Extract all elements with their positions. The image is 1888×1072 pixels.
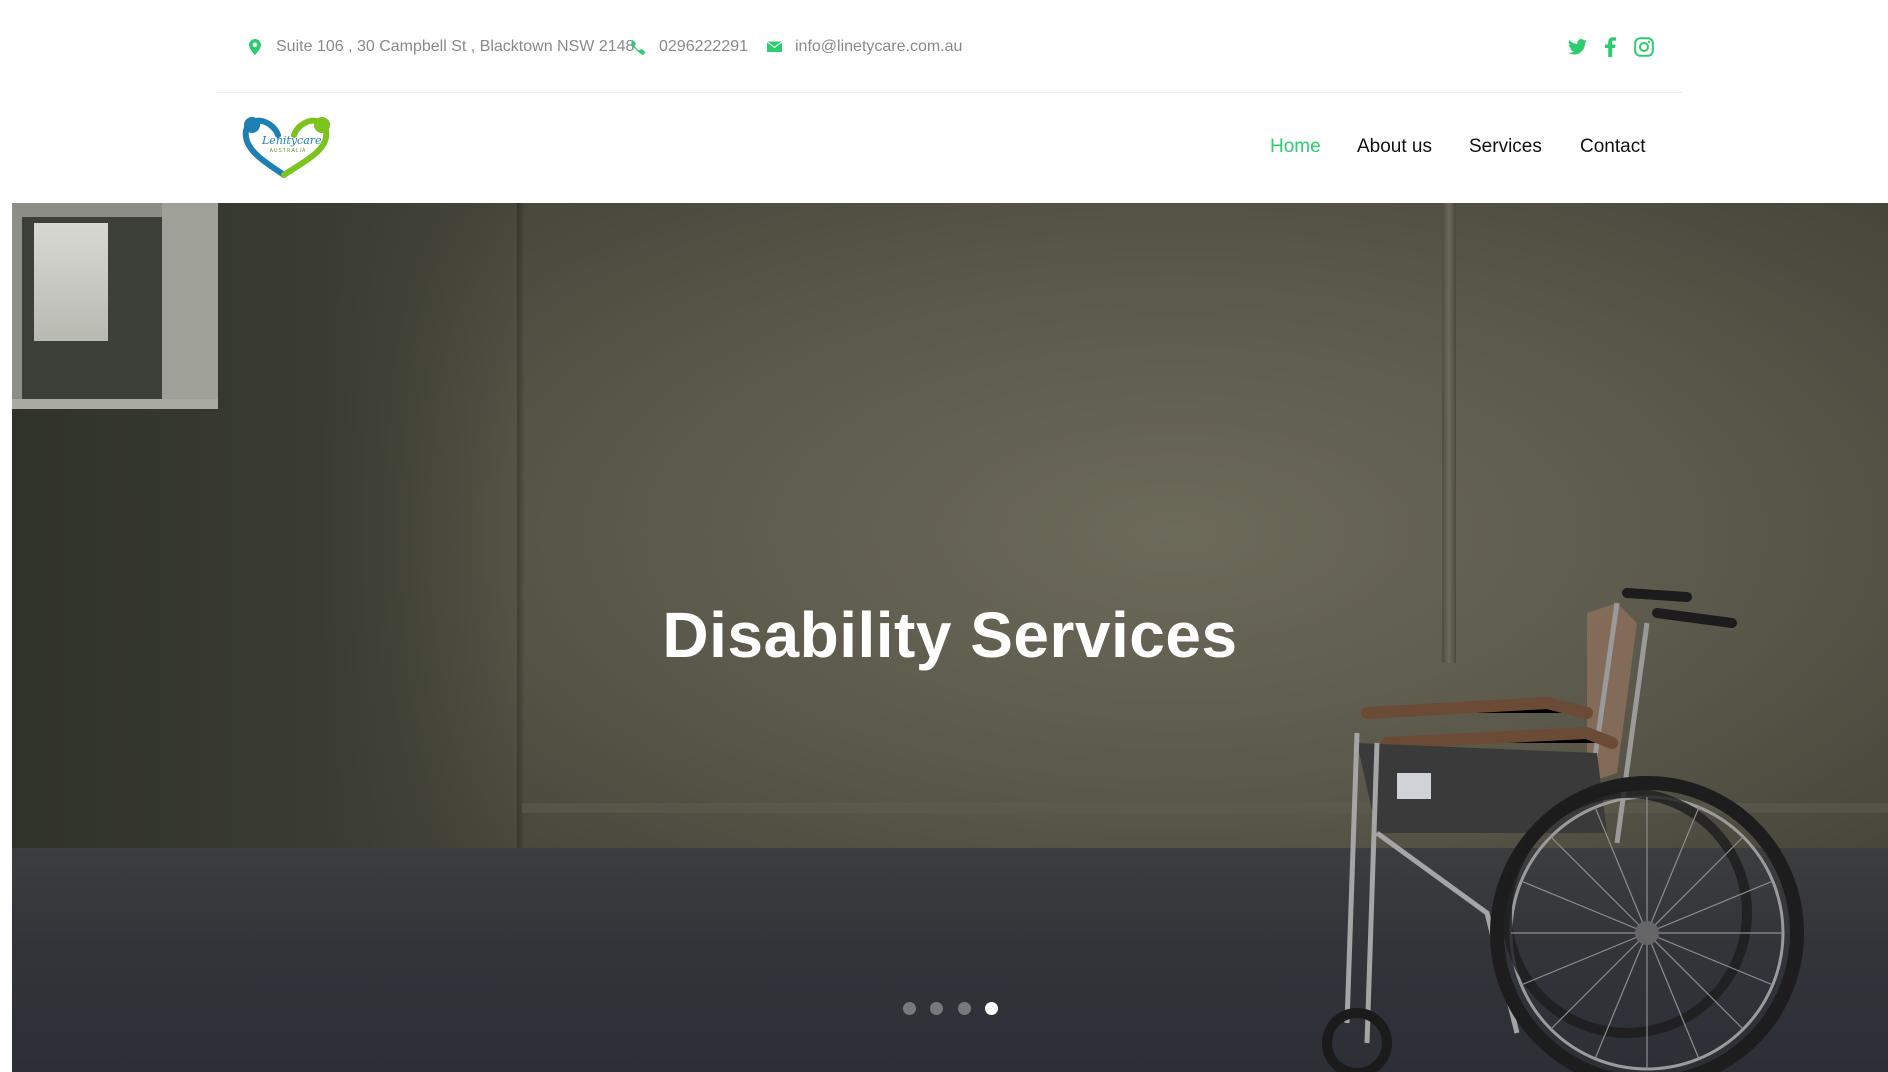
slider-dot-2[interactable] bbox=[930, 1002, 943, 1015]
site-logo[interactable]: Lenitycare AUSTRALIA bbox=[240, 115, 334, 179]
hero-bg-corner bbox=[517, 203, 525, 853]
contact-phone-text[interactable]: 0296222291 bbox=[659, 38, 748, 56]
hero-bg-window bbox=[12, 203, 218, 409]
contact-email-text[interactable]: info@linetycare.com.au bbox=[795, 38, 962, 56]
contact-email[interactable]: info@linetycare.com.au bbox=[764, 33, 962, 61]
slider-dot-3[interactable] bbox=[958, 1002, 971, 1015]
map-pin-icon bbox=[245, 37, 265, 57]
hero-title: Disability Services bbox=[662, 599, 1238, 671]
heart-logo-icon bbox=[242, 117, 330, 178]
slider-dot-4[interactable] bbox=[985, 1002, 998, 1015]
top-contact-bar: Suite 106 , 30 Campbell St , Blacktown N… bbox=[0, 0, 1888, 93]
envelope-icon bbox=[764, 37, 784, 57]
phone-icon bbox=[628, 37, 648, 57]
logo-subtext: AUSTRALIA bbox=[269, 148, 307, 154]
instagram-icon[interactable] bbox=[1631, 34, 1657, 60]
nav-item-services[interactable]: Services bbox=[1469, 136, 1542, 158]
nav-item-about[interactable]: About us bbox=[1357, 136, 1432, 158]
site-header: Lenitycare AUSTRALIA Home About us Servi… bbox=[0, 93, 1888, 203]
slider-dots bbox=[12, 1002, 1888, 1018]
contact-phone[interactable]: 0296222291 bbox=[628, 33, 748, 61]
hero-slider: Disability Services bbox=[12, 203, 1888, 1072]
nav-item-contact[interactable]: Contact bbox=[1580, 136, 1645, 158]
facebook-icon[interactable] bbox=[1597, 34, 1623, 60]
contact-address-text: Suite 106 , 30 Campbell St , Blacktown N… bbox=[276, 38, 635, 55]
logo-wordmark: Lenitycare bbox=[262, 134, 322, 147]
nav-item-home[interactable]: Home bbox=[1270, 136, 1321, 158]
twitter-icon[interactable] bbox=[1564, 34, 1590, 60]
contact-address: Suite 106 , 30 Campbell St , Blacktown N… bbox=[245, 33, 634, 61]
slider-dot-1[interactable] bbox=[903, 1002, 916, 1015]
